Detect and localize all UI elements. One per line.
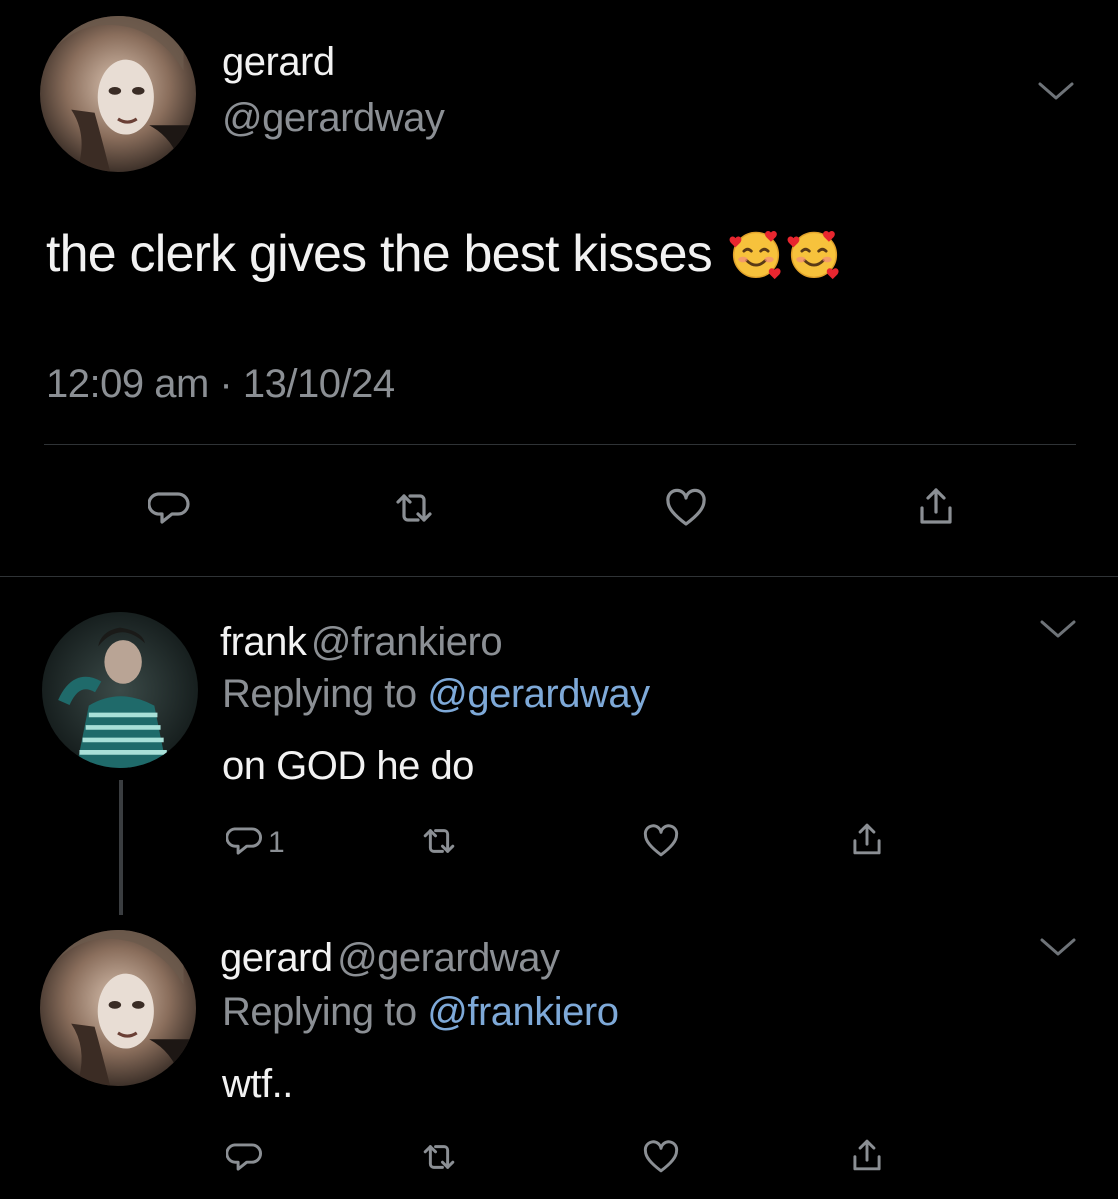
tweet-thread: gerard @gerardway the clerk gives the be…	[0, 0, 1118, 1199]
retweet-icon[interactable]	[392, 486, 436, 530]
tweet-time: 12:09 am	[46, 362, 209, 406]
smiling-face-with-hearts-icon	[728, 225, 784, 281]
user-handle[interactable]: @gerardway	[337, 936, 560, 980]
avatar[interactable]	[40, 930, 196, 1086]
reply-icon[interactable]	[226, 1138, 264, 1176]
avatar[interactable]	[42, 612, 198, 768]
tweet-text: wtf..	[222, 1062, 293, 1106]
tweet-date: 13/10/24	[242, 362, 395, 406]
user-handle[interactable]: @frankiero	[311, 620, 503, 664]
thread-line	[119, 780, 123, 915]
tweet-text: on GOD he do	[222, 744, 474, 788]
separator-dot: ·	[219, 362, 233, 406]
display-name[interactable]: gerard	[222, 40, 335, 85]
chevron-down-icon[interactable]	[1038, 936, 1078, 960]
replying-to-label: Replying to	[222, 990, 417, 1034]
timestamp[interactable]: 12:09 am · 13/10/24	[46, 362, 395, 407]
share-icon[interactable]	[848, 1136, 886, 1174]
smiling-face-with-hearts-icon	[786, 225, 842, 281]
replying-to-label: Replying to	[222, 672, 417, 716]
share-icon[interactable]	[848, 820, 886, 858]
share-icon[interactable]	[914, 484, 958, 528]
retweet-icon[interactable]	[420, 1138, 458, 1176]
like-icon[interactable]	[664, 486, 708, 530]
like-icon[interactable]	[642, 822, 680, 860]
tweet-text: the clerk gives the best kisses	[46, 225, 713, 283]
avatar[interactable]	[40, 16, 196, 172]
mention-link[interactable]: @gerardway	[427, 672, 650, 716]
replying-to: Replying to @frankiero	[222, 990, 619, 1035]
retweet-icon[interactable]	[420, 822, 458, 860]
tweet-text-row: the clerk gives the best kisses	[46, 224, 842, 284]
chevron-down-icon[interactable]	[1038, 618, 1078, 642]
divider	[44, 444, 1076, 445]
avatar-gerard-image	[40, 16, 196, 172]
reply-icon[interactable]	[226, 822, 264, 860]
replying-to: Replying to @gerardway	[222, 672, 650, 717]
reply-header: frank @frankiero	[220, 620, 503, 665]
chevron-down-icon[interactable]	[1036, 80, 1076, 104]
avatar-frank-image	[42, 612, 198, 768]
display-name[interactable]: frank	[220, 620, 307, 664]
section-divider	[0, 576, 1118, 577]
user-handle[interactable]: @gerardway	[222, 96, 445, 141]
reply-header: gerard @gerardway	[220, 936, 560, 981]
avatar-gerard-image	[40, 930, 196, 1086]
reply-icon[interactable]	[148, 486, 192, 530]
mention-link[interactable]: @frankiero	[427, 990, 619, 1034]
display-name[interactable]: gerard	[220, 936, 333, 980]
reply-count: 1	[268, 826, 285, 859]
like-icon[interactable]	[642, 1138, 680, 1176]
